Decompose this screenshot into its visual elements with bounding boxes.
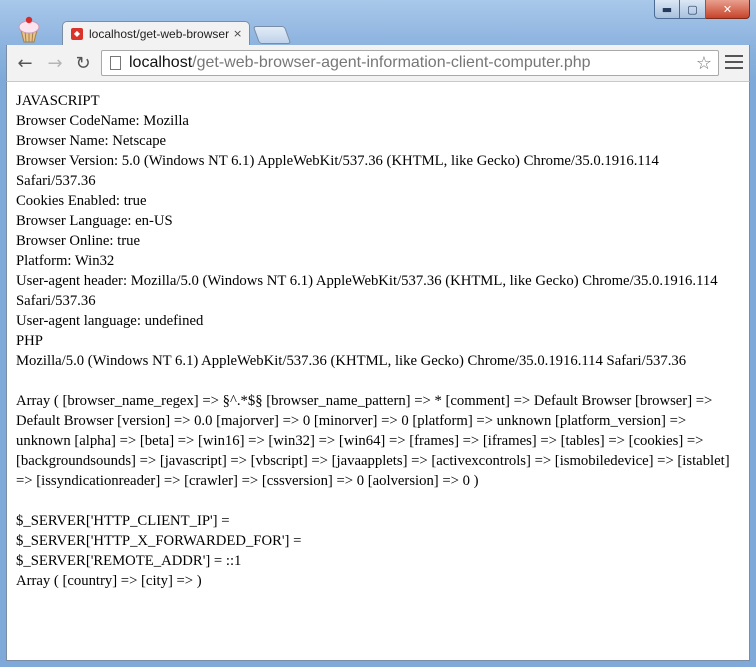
close-window-button[interactable]: ✕ — [706, 0, 750, 19]
minimize-button[interactable]: ▬ — [654, 0, 680, 19]
address-bar[interactable]: localhost/get-web-browser-agent-informat… — [101, 50, 719, 76]
text-line: Browser Name: Netscape — [16, 133, 167, 149]
tab-active[interactable]: ◆ localhost/get-web-browser-agent-inform… — [62, 21, 250, 45]
page-body: JAVASCRIPT Browser CodeName: Mozilla Bro… — [7, 82, 749, 591]
back-button[interactable]: ← — [13, 51, 37, 75]
page-favicon-icon: ◆ — [71, 27, 83, 40]
window-controls: ▬ ▢ ✕ — [654, 0, 750, 20]
text-line: Browser CodeName: Mozilla — [16, 113, 189, 129]
tab-close-icon[interactable]: × — [233, 27, 242, 40]
text-line: Platform: Win32 — [16, 253, 115, 269]
url-host: localhost — [129, 54, 193, 71]
toolbar: ← → ↻ localhost/get-web-browser-agent-in… — [6, 45, 750, 81]
text-line: PHP — [16, 333, 43, 349]
text-line: User-agent language: undefined — [16, 313, 204, 329]
page-icon — [110, 56, 121, 70]
server-line: $_SERVER['HTTP_X_FORWARDED_FOR'] = — [16, 533, 302, 549]
text-line: Browser Version: 5.0 (Windows NT 6.1) Ap… — [16, 153, 659, 189]
tab-title: localhost/get-web-browser-agent-informat… — [89, 26, 229, 41]
text-line: JAVASCRIPT — [16, 93, 100, 109]
url-path: /get-web-browser-agent-information-clien… — [192, 54, 591, 71]
bookmark-star-icon[interactable]: ☆ — [696, 53, 712, 74]
server-line: $_SERVER['REMOTE_ADDR'] = ::1 — [16, 553, 242, 569]
browscap-array-dump: Array ( [browser_name_regex] => §^.*$§ [… — [16, 393, 730, 489]
reload-button[interactable]: ↻ — [71, 51, 95, 75]
maximize-button[interactable]: ▢ — [680, 0, 706, 19]
menu-icon[interactable] — [725, 53, 743, 71]
text-line: Cookies Enabled: true — [16, 193, 147, 209]
cupcake-icon — [18, 16, 40, 43]
browser-window: ▬ ▢ ✕ ◆ localhost/get-web-browser-agent-… — [0, 0, 756, 667]
server-line: $_SERVER['HTTP_CLIENT_IP'] = — [16, 513, 230, 529]
location-array: Array ( [country] => [city] => ) — [16, 573, 202, 589]
text-line: Mozilla/5.0 (Windows NT 6.1) AppleWebKit… — [16, 353, 687, 369]
text-line: User-agent header: Mozilla/5.0 (Windows … — [16, 273, 718, 309]
text-line: Browser Online: true — [16, 233, 140, 249]
new-tab-button[interactable] — [252, 26, 292, 44]
page-content: JAVASCRIPT Browser CodeName: Mozilla Bro… — [6, 81, 750, 661]
forward-button[interactable]: → — [43, 51, 67, 75]
text-line: Browser Language: en-US — [16, 213, 173, 229]
